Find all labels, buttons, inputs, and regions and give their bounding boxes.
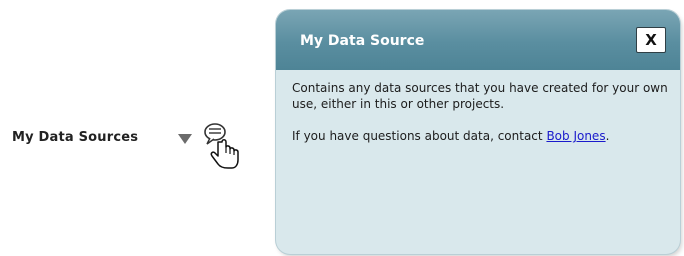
contact-prefix: If you have questions about data, contac… <box>292 129 547 143</box>
contact-suffix: . <box>605 129 610 143</box>
close-button[interactable]: X <box>636 27 666 53</box>
contact-link[interactable]: Bob Jones <box>546 129 605 143</box>
data-sources-label: My Data Sources <box>12 130 139 145</box>
info-pointer-icon[interactable] <box>198 120 242 172</box>
popup-header: My Data Source X <box>276 10 680 70</box>
info-popup: My Data Source X Contains any data sourc… <box>276 10 680 254</box>
chevron-down-icon[interactable] <box>178 134 192 144</box>
popup-title: My Data Source <box>300 33 425 49</box>
popup-contact-text: If you have questions about data, contac… <box>292 128 672 144</box>
page: My Data Sources My Data Source X Contain… <box>0 0 684 256</box>
popup-body: Contains any data sources that you have … <box>292 80 672 160</box>
popup-description: Contains any data sources that you have … <box>292 81 668 111</box>
info-pointer-icon-graphic <box>204 123 239 169</box>
